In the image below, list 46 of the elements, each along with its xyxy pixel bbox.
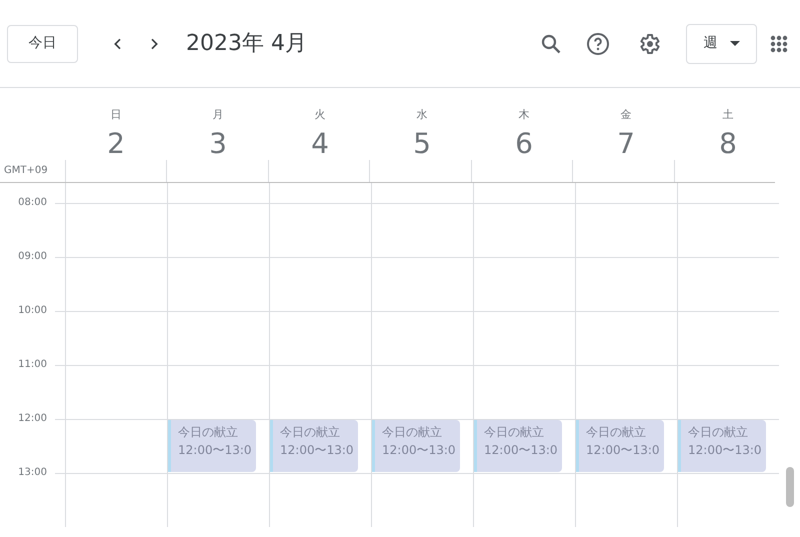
month-title: 2023年 4月 — [186, 30, 307, 58]
weekday-label: 木 — [518, 107, 530, 123]
today-button[interactable]: 今日 — [7, 24, 78, 62]
weekday-label: 土 — [722, 107, 734, 123]
hour-label: 10:00 — [18, 304, 47, 318]
date-number: 3 — [209, 126, 227, 162]
hour-label: 13:00 — [18, 466, 47, 480]
event-title: 今日の献立 — [280, 424, 341, 441]
weekday-label: 日 — [110, 107, 122, 123]
timezone-label: GMT+09 — [4, 164, 48, 178]
date-number: 4 — [311, 126, 329, 162]
event-card[interactable]: 今日の献立 12:00〜13:0 — [474, 420, 562, 472]
date-number: 8 — [719, 126, 737, 162]
hour-label: 09:00 — [18, 250, 47, 264]
weekday-label: 月 — [212, 107, 224, 123]
caret-icon — [730, 41, 740, 46]
apps-icon[interactable] — [770, 34, 788, 52]
event-title: 今日の献立 — [586, 424, 647, 441]
date-number: 7 — [617, 126, 635, 162]
hour-label: 12:00 — [18, 412, 47, 426]
event-title: 今日の献立 — [178, 424, 239, 441]
event-title: 今日の献立 — [688, 424, 749, 441]
event-title: 今日の献立 — [484, 424, 545, 441]
view-dropdown[interactable]: 週 — [686, 24, 757, 64]
event-time: 12:00〜13:0 — [586, 442, 657, 459]
event-time: 12:00〜13:0 — [484, 442, 555, 459]
weekday-label: 水 — [416, 107, 428, 123]
scrollbar-thumb[interactable] — [786, 467, 794, 507]
event-time: 12:00〜13:0 — [280, 442, 351, 459]
hour-label: 11:00 — [18, 358, 47, 372]
event-time: 12:00〜13:0 — [178, 442, 249, 459]
weekday-label: 金 — [620, 107, 632, 123]
event-card[interactable]: 今日の献立 12:00〜13:0 — [168, 420, 256, 472]
event-card[interactable]: 今日の献立 12:00〜13:0 — [270, 420, 358, 472]
date-number: 6 — [515, 126, 533, 162]
event-title: 今日の献立 — [382, 424, 443, 441]
event-card[interactable]: 今日の献立 12:00〜13:0 — [576, 420, 664, 472]
event-card[interactable]: 今日の献立 12:00〜13:0 — [372, 420, 460, 472]
weekday-label: 火 — [314, 107, 326, 123]
event-time: 12:00〜13:0 — [382, 442, 453, 459]
event-time: 12:00〜13:0 — [688, 442, 759, 459]
event-card[interactable]: 今日の献立 12:00〜13:0 — [678, 420, 766, 472]
date-number: 5 — [413, 126, 431, 162]
help-icon[interactable] — [586, 32, 610, 56]
date-number: 2 — [107, 126, 125, 162]
hour-label: 08:00 — [18, 196, 47, 210]
